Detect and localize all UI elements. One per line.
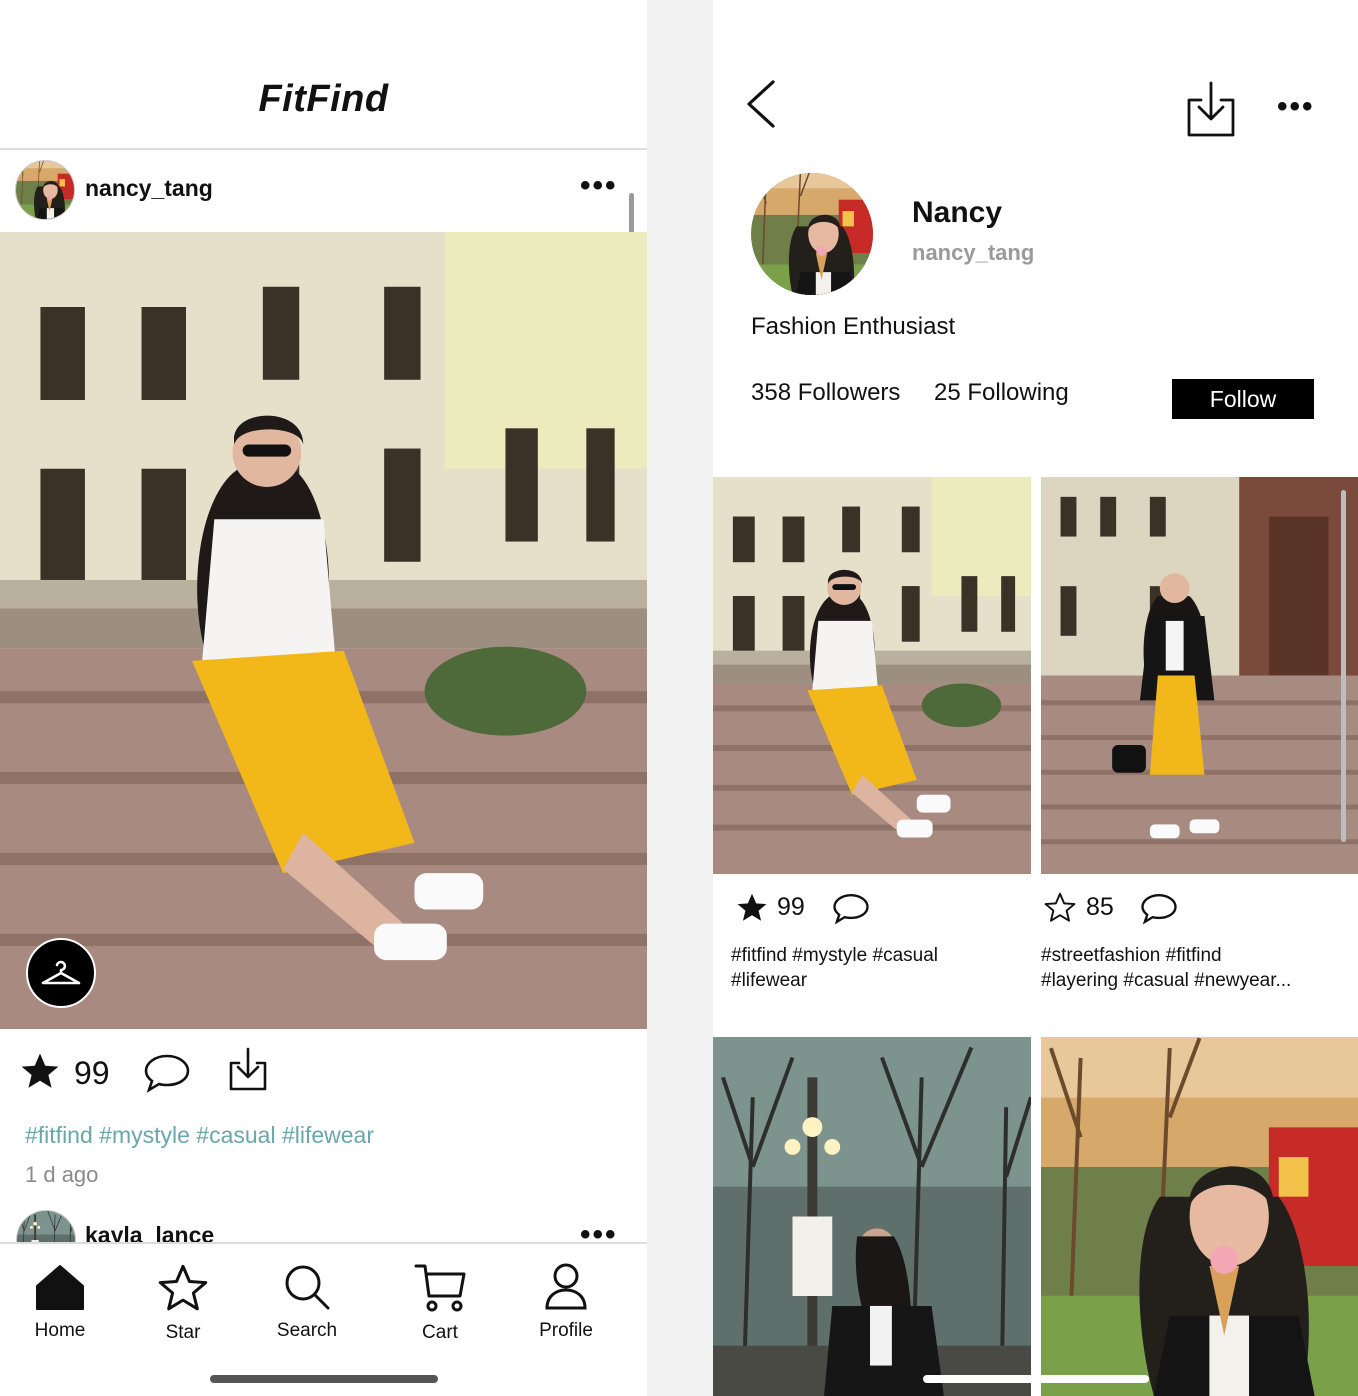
star-filled-icon[interactable] [18, 1050, 62, 1092]
bottom-nav: Home Star Search Cart Profile [0, 1242, 647, 1396]
more-options-icon-next[interactable]: ••• [580, 1220, 618, 1250]
download-icon[interactable] [226, 1046, 270, 1092]
profile-avatar[interactable] [751, 173, 873, 295]
star-outline-icon[interactable] [1043, 891, 1077, 924]
grid-post-hashtags[interactable]: #streetfashion #fitfind #layering #casua… [1041, 943, 1341, 993]
hashtags-line: #layering #casual #newyear... [1041, 970, 1292, 991]
grid-post-hashtags[interactable]: #fitfind #mystyle #casual #lifewear [731, 943, 1031, 993]
nav-home-label: Home [34, 1320, 86, 1341]
following-count[interactable]: 25 Following [934, 379, 1069, 407]
nav-star-label: Star [165, 1322, 201, 1343]
nav-cart-label: Cart [422, 1322, 458, 1343]
download-icon[interactable] [1185, 80, 1237, 138]
hanger-button[interactable] [26, 938, 96, 1008]
star-count: 99 [74, 1055, 110, 1091]
search-icon [285, 1265, 330, 1310]
nav-home[interactable]: Home [10, 1262, 110, 1342]
more-options-icon[interactable]: ••• [580, 171, 618, 201]
avatar[interactable] [15, 160, 75, 220]
profile-icon [545, 1263, 587, 1310]
comment-icon[interactable] [1140, 892, 1178, 925]
follow-button[interactable]: Follow [1172, 379, 1314, 419]
grid-post-image[interactable] [713, 1037, 1031, 1396]
nav-search-label: Search [276, 1320, 338, 1341]
grid-star-count: 85 [1086, 893, 1114, 921]
scrollbar[interactable] [1341, 490, 1346, 842]
nav-cart[interactable]: Cart [390, 1262, 490, 1344]
profile-name: Nancy [912, 196, 1003, 229]
nav-profile[interactable]: Profile [516, 1262, 616, 1342]
profile-bio: Fashion Enthusiast [751, 313, 956, 340]
star-filled-icon[interactable] [735, 891, 769, 924]
comment-icon[interactable] [143, 1052, 191, 1094]
cart-icon [414, 1264, 466, 1312]
home-indicator[interactable] [210, 1375, 438, 1383]
grid-post-image[interactable] [713, 477, 1031, 874]
header-divider [0, 148, 647, 150]
app-title: FitFind [258, 78, 389, 120]
hashtags-line: #fitfind #mystyle #casual [731, 945, 938, 966]
grid-post-image[interactable] [1041, 477, 1358, 874]
home-indicator[interactable] [923, 1375, 1149, 1383]
hashtags-line: #lifewear [731, 970, 808, 991]
home-icon [36, 1265, 84, 1310]
star-icon [158, 1264, 208, 1311]
followers-count[interactable]: 358 Followers [751, 379, 900, 407]
back-chevron-icon[interactable] [743, 78, 779, 130]
hashtags-line: #streetfashion #fitfind [1041, 945, 1222, 966]
more-options-icon[interactable]: ••• [1277, 92, 1315, 122]
post-username[interactable]: nancy_tang [85, 175, 213, 202]
post-hashtags[interactable]: #fitfind #mystyle #casual #lifewear [25, 1122, 374, 1149]
profile-screen: ••• Nancy nancy_tang Fashion Enthusiast … [713, 0, 1358, 1396]
feed-screen: FitFind nancy_tang ••• 99 #fitfind #myst… [0, 0, 647, 1396]
post-image[interactable] [0, 232, 647, 1029]
nav-star[interactable]: Star [133, 1262, 233, 1344]
nav-search[interactable]: Search [257, 1262, 357, 1342]
post-time: 1 d ago [25, 1162, 99, 1187]
nav-profile-label: Profile [539, 1320, 593, 1341]
comment-icon[interactable] [832, 892, 870, 925]
hanger-icon [41, 960, 81, 985]
profile-username: nancy_tang [912, 240, 1035, 265]
grid-star-count: 99 [777, 893, 805, 921]
grid-post-image[interactable] [1041, 1037, 1358, 1396]
